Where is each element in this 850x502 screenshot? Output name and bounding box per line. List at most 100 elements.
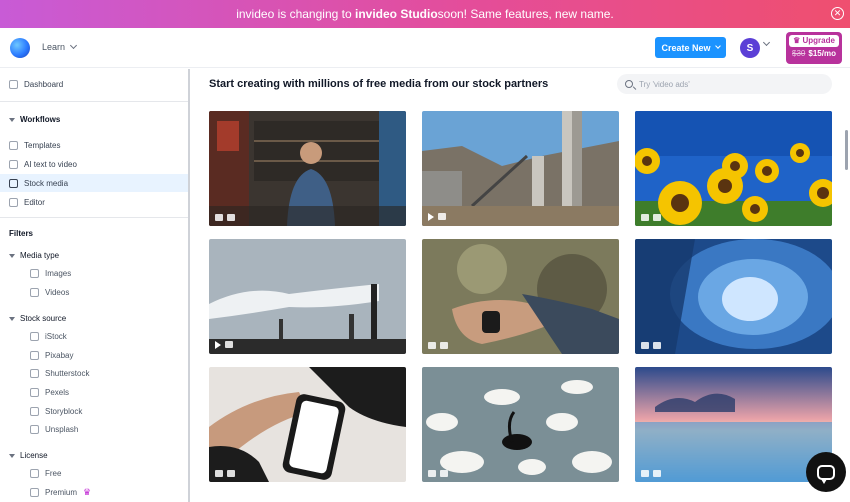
- image-type-icon: [215, 214, 223, 221]
- crown-icon: [227, 214, 235, 221]
- swans-photo: [422, 367, 619, 482]
- chevron-down-icon: [714, 43, 721, 49]
- checkbox[interactable]: [30, 351, 39, 360]
- create-new-label: Create New: [661, 42, 711, 53]
- learn-menu[interactable]: Learn: [42, 41, 78, 52]
- ai-icon: [9, 159, 18, 169]
- image-type-icon: [428, 342, 436, 349]
- media-tile[interactable]: [209, 367, 406, 482]
- media-tile[interactable]: [422, 111, 619, 226]
- media-tile[interactable]: [635, 111, 832, 226]
- templates-icon: [9, 140, 18, 150]
- filter-pixabay[interactable]: Pixabay: [30, 351, 73, 360]
- image-type-icon: [428, 470, 436, 477]
- filter-free[interactable]: Free: [30, 469, 61, 478]
- sidebar-item-label: AI text to video: [24, 159, 77, 169]
- caret-down-icon: [9, 453, 15, 458]
- construction-photo: [422, 111, 619, 226]
- media-badges: [428, 470, 448, 477]
- filter-shutterstock[interactable]: Shutterstock: [30, 369, 89, 378]
- sidebar-item-templates[interactable]: Templates: [0, 136, 188, 154]
- sidebar-item-label: Editor: [24, 197, 45, 207]
- media-tile[interactable]: [422, 239, 619, 354]
- learn-label: Learn: [42, 42, 66, 52]
- sidebar: Dashboard Workflows Templates AI text to…: [0, 69, 190, 502]
- chevron-down-icon: [69, 41, 78, 50]
- media-type-heading[interactable]: Media type: [9, 251, 59, 260]
- grid-icon: [9, 79, 18, 89]
- page-title: Start creating with millions of free med…: [209, 78, 549, 90]
- media-badges: [215, 341, 233, 349]
- stock-source-heading[interactable]: Stock source: [9, 314, 66, 323]
- avatar[interactable]: S: [740, 38, 760, 58]
- ice-cave-photo: [635, 239, 832, 354]
- media-tile[interactable]: [209, 111, 406, 226]
- close-icon[interactable]: ✕: [831, 7, 844, 20]
- banner-brand: invideo Studio: [354, 7, 438, 21]
- banner-suffix: soon! Same features, new name.: [437, 7, 614, 21]
- workshop-photo: [209, 111, 406, 226]
- invideo-logo-icon[interactable]: [10, 38, 30, 58]
- avatar-initial: S: [746, 42, 754, 54]
- filter-pexels[interactable]: Pexels: [30, 388, 69, 397]
- sidebar-item-stock-media[interactable]: Stock media: [0, 174, 188, 192]
- checkbox[interactable]: [30, 469, 39, 478]
- caret-down-icon: [9, 316, 15, 321]
- media-tile[interactable]: [635, 239, 832, 354]
- banner-prefix: invideo is changing to: [236, 7, 352, 21]
- media-badges: [215, 214, 235, 221]
- checkbox[interactable]: [30, 488, 39, 497]
- new-price: $15/mo: [808, 49, 836, 58]
- sidebar-item-label: Templates: [24, 140, 61, 150]
- chat-support-button[interactable]: [806, 452, 846, 492]
- media-icon: [9, 178, 18, 188]
- search-icon: [625, 80, 633, 88]
- checkbox[interactable]: [30, 288, 39, 297]
- divider: [0, 217, 188, 218]
- announcement-banner: invideo is changing to invideo Studio so…: [0, 0, 850, 28]
- media-tile[interactable]: [635, 367, 832, 482]
- chat-icon: [817, 464, 835, 484]
- sidebar-item-ai-text-to-video[interactable]: AI text to video: [0, 155, 188, 173]
- workflows-heading[interactable]: Workflows: [9, 115, 60, 124]
- checkbox[interactable]: [30, 269, 39, 278]
- search-placeholder: Try 'video ads': [639, 79, 690, 89]
- editor-icon: [9, 197, 18, 207]
- media-tile[interactable]: [422, 367, 619, 482]
- checkbox[interactable]: [30, 407, 39, 416]
- sidebar-item-editor[interactable]: Editor: [0, 193, 188, 211]
- search-input[interactable]: Try 'video ads': [617, 74, 832, 94]
- license-heading[interactable]: License: [9, 451, 48, 460]
- divider: [0, 101, 188, 102]
- crown-icon: [653, 470, 661, 477]
- checkbox[interactable]: [30, 369, 39, 378]
- filter-storyblock[interactable]: Storyblock: [30, 407, 82, 416]
- filter-videos[interactable]: Videos: [30, 288, 69, 297]
- media-badges: [641, 342, 661, 349]
- filter-images[interactable]: Images: [30, 269, 71, 278]
- checkbox[interactable]: [30, 332, 39, 341]
- chevron-down-icon[interactable]: [762, 38, 771, 47]
- filters-heading: Filters: [9, 229, 34, 238]
- create-new-button[interactable]: Create New: [655, 37, 726, 58]
- upgrade-button[interactable]: ♛ Upgrade $30 $15/mo: [786, 32, 842, 64]
- old-price: $30: [792, 49, 806, 58]
- top-header: Learn Create New S ♛ Upgrade $30 $15/mo: [0, 28, 850, 68]
- image-type-icon: [215, 470, 223, 477]
- sidebar-item-dashboard[interactable]: Dashboard: [0, 75, 188, 93]
- filter-unsplash[interactable]: Unsplash: [30, 425, 78, 434]
- media-tile[interactable]: [209, 239, 406, 354]
- checkbox[interactable]: [30, 388, 39, 397]
- crown-icon: [653, 342, 661, 349]
- sidebar-item-label: Stock media: [24, 178, 69, 188]
- caret-down-icon: [9, 117, 15, 122]
- filter-premium[interactable]: Premium ♛: [30, 487, 91, 498]
- scrollbar-thumb[interactable]: [845, 130, 848, 170]
- image-type-icon: [641, 470, 649, 477]
- checkbox[interactable]: [30, 425, 39, 434]
- crown-icon: [653, 214, 661, 221]
- media-badges: [641, 214, 661, 221]
- media-badges: [428, 342, 448, 349]
- crown-icon: [440, 342, 448, 349]
- filter-istock[interactable]: iStock: [30, 332, 67, 341]
